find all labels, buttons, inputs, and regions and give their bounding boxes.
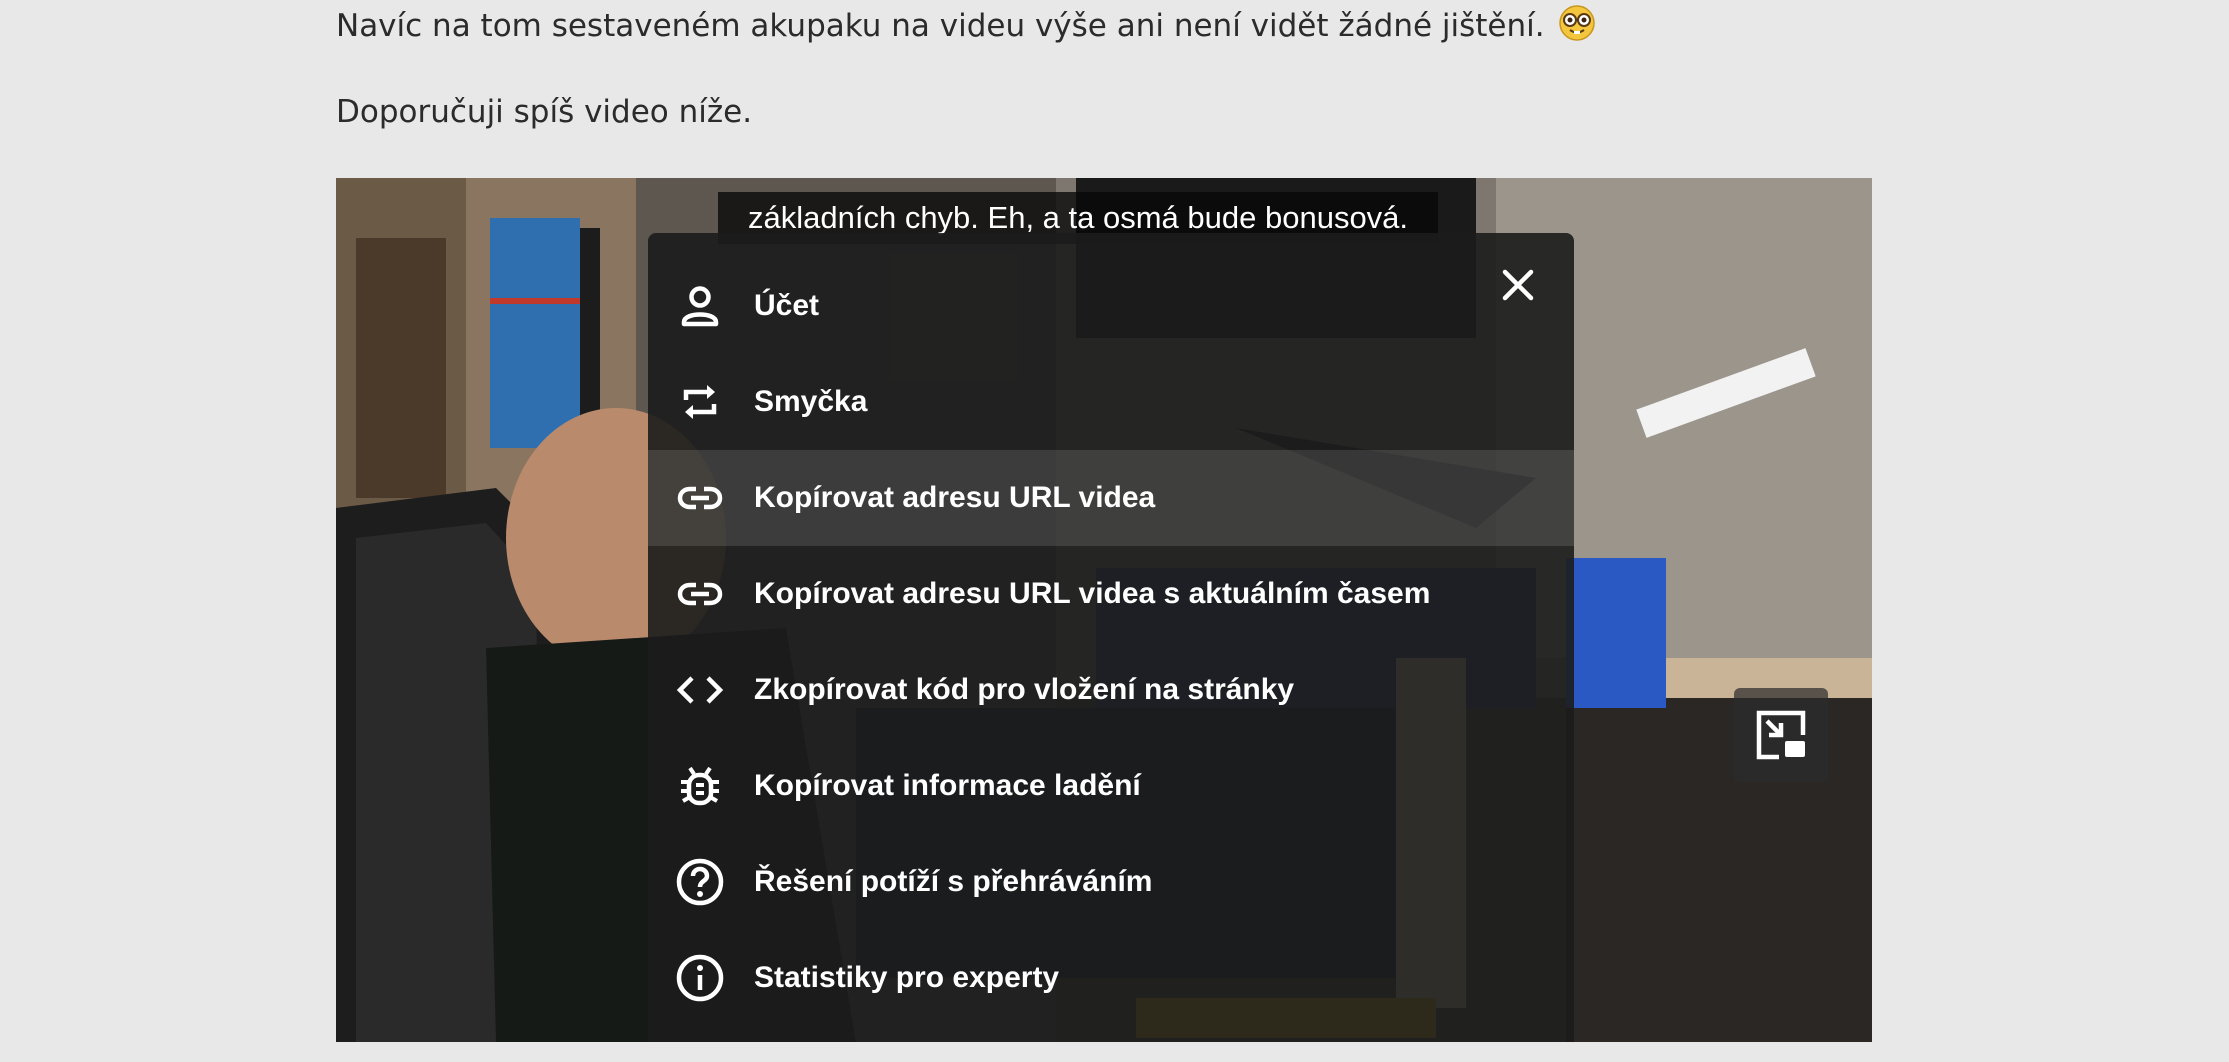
- miniplayer-button[interactable]: [1734, 688, 1828, 782]
- menu-item-label: Kopírovat adresu URL videa: [754, 481, 1156, 514]
- menu-item-debug-info[interactable]: Kopírovat informace ladění: [648, 738, 1574, 834]
- menu-item-label: Smyčka: [754, 385, 868, 418]
- help-circle-icon: [674, 856, 726, 908]
- menu-item-label: Kopírovat informace ladění: [754, 769, 1141, 802]
- player-context-menu: Účet Smyčka Kopírovat adresu URL videa K…: [648, 233, 1574, 1042]
- menu-item-copy-url-time[interactable]: Kopírovat adresu URL videa s aktuálním č…: [648, 546, 1574, 642]
- menu-item-stats[interactable]: Statistiky pro experty: [648, 930, 1574, 1026]
- menu-item-account[interactable]: Účet: [648, 258, 1574, 354]
- menu-item-copy-url[interactable]: Kopírovat adresu URL videa: [648, 450, 1574, 546]
- menu-item-label: Zkopírovat kód pro vložení na stránky: [754, 673, 1295, 706]
- menu-item-label: Kopírovat adresu URL videa s aktuálním č…: [754, 577, 1431, 610]
- paragraph-text: Navíc na tom sestaveném akupaku na videu…: [336, 8, 1545, 44]
- article-paragraph: Navíc na tom sestaveném akupaku na videu…: [336, 4, 1596, 46]
- embed-code-icon: [674, 664, 726, 716]
- miniplayer-icon: [1756, 710, 1806, 760]
- info-circle-icon: [674, 952, 726, 1004]
- menu-item-embed-code[interactable]: Zkopírovat kód pro vložení na stránky: [648, 642, 1574, 738]
- menu-item-label: Statistiky pro experty: [754, 961, 1060, 994]
- bug-icon: [674, 760, 726, 812]
- menu-item-loop[interactable]: Smyčka: [648, 354, 1574, 450]
- video-player[interactable]: základních chyb. Eh, a ta osmá bude bonu…: [336, 178, 1872, 1042]
- link-icon: [674, 568, 726, 620]
- nerd-face-emoji-icon: [1558, 4, 1596, 42]
- article-paragraph: Doporučuji spíš video níže.: [336, 94, 753, 130]
- menu-item-label: Účet: [754, 289, 820, 322]
- link-icon: [674, 472, 726, 524]
- loop-icon: [674, 376, 726, 428]
- menu-item-troubleshoot[interactable]: Řešení potíží s přehráváním: [648, 834, 1574, 930]
- menu-list: Účet Smyčka Kopírovat adresu URL videa K…: [648, 258, 1574, 1026]
- menu-item-label: Řešení potíží s přehráváním: [754, 865, 1153, 898]
- account-icon: [674, 280, 726, 332]
